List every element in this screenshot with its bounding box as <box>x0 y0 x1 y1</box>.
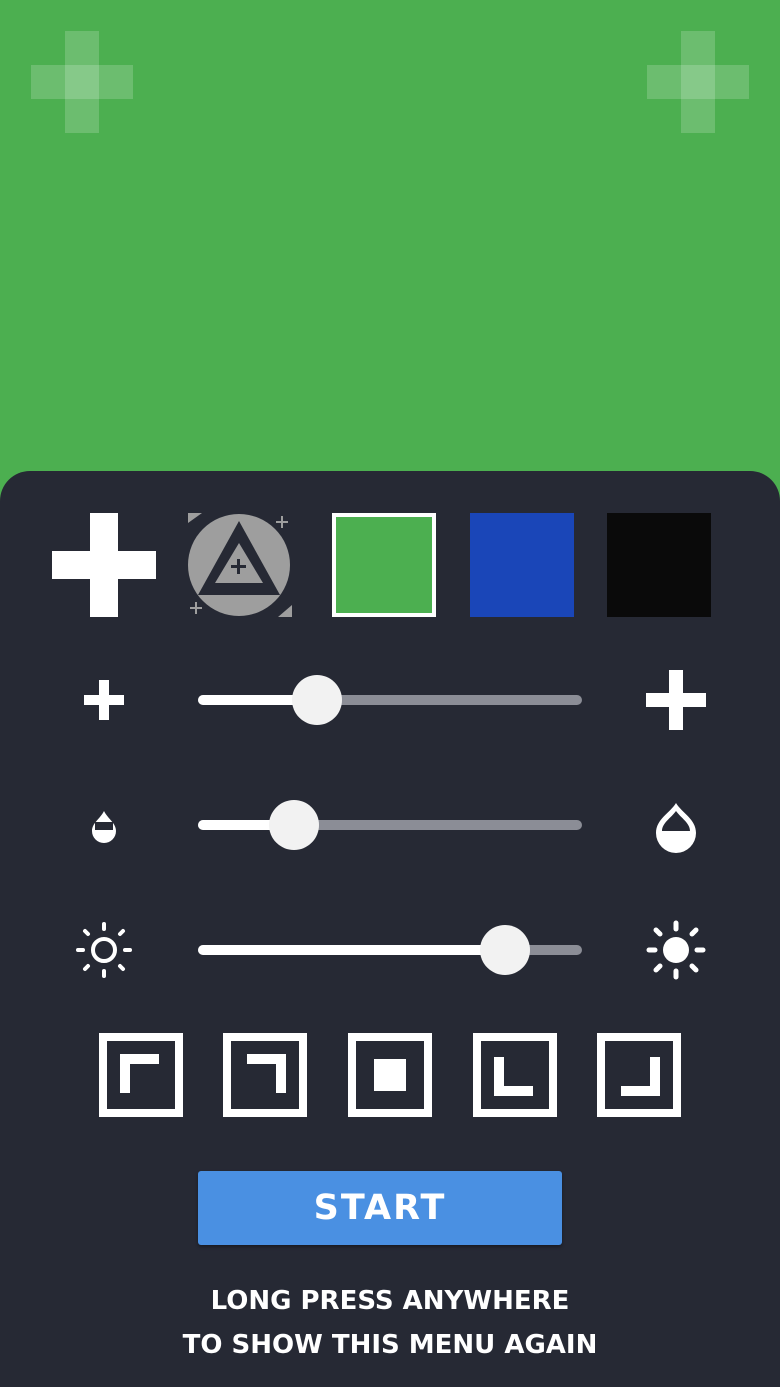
corner-top-right-icon <box>223 1033 307 1117</box>
drop-large-icon <box>646 795 706 855</box>
start-button[interactable]: START <box>198 1171 562 1245</box>
position-bottom-right-button[interactable] <box>597 1033 681 1117</box>
color-swatch-blue[interactable] <box>470 513 574 617</box>
brightness-slider-fill <box>198 945 506 955</box>
position-top-left-button[interactable] <box>99 1033 183 1117</box>
corner-top-left-icon <box>99 1033 183 1117</box>
background-plus-icon <box>647 31 749 133</box>
plus-icon <box>52 513 156 617</box>
long-press-hint: LONG PRESS ANYWHERE TO SHOW THIS MENU AG… <box>0 1279 780 1367</box>
sun-dim-icon <box>74 920 134 980</box>
position-row <box>0 1033 780 1117</box>
opacity-slider-thumb[interactable] <box>269 800 319 850</box>
position-center-button[interactable] <box>348 1033 432 1117</box>
drop-small-icon <box>74 795 134 855</box>
crosshair-plus-option[interactable] <box>52 513 156 617</box>
size-slider-thumb[interactable] <box>292 675 343 725</box>
brightness-slider[interactable] <box>198 925 582 975</box>
brightness-slider-thumb[interactable] <box>480 925 531 975</box>
position-top-right-button[interactable] <box>223 1033 307 1117</box>
color-swatch-black[interactable] <box>607 513 711 617</box>
hint-line-2: TO SHOW THIS MENU AGAIN <box>182 1330 598 1360</box>
hint-line-1: LONG PRESS ANYWHERE <box>210 1286 570 1316</box>
brightness-slider-row <box>0 920 780 980</box>
crosshair-triangle-option[interactable] <box>188 513 292 617</box>
corner-bottom-left-icon <box>473 1033 557 1117</box>
sun-bright-icon <box>646 920 706 980</box>
opacity-slider[interactable] <box>198 800 582 850</box>
color-swatch-green[interactable] <box>332 513 436 617</box>
size-slider-row <box>0 670 780 730</box>
size-slider[interactable] <box>198 675 582 725</box>
opacity-slider-row <box>0 795 780 855</box>
background-plus-icon <box>31 31 133 133</box>
settings-panel: START LONG PRESS ANYWHERE TO SHOW THIS M… <box>0 471 780 1387</box>
position-bottom-left-button[interactable] <box>473 1033 557 1117</box>
plus-small-icon <box>74 670 134 730</box>
center-square-icon <box>348 1033 432 1117</box>
plus-large-icon <box>646 670 706 730</box>
crosshair-style-row <box>0 513 780 617</box>
corner-bottom-right-icon <box>597 1033 681 1117</box>
triangle-circle-icon <box>188 513 292 617</box>
